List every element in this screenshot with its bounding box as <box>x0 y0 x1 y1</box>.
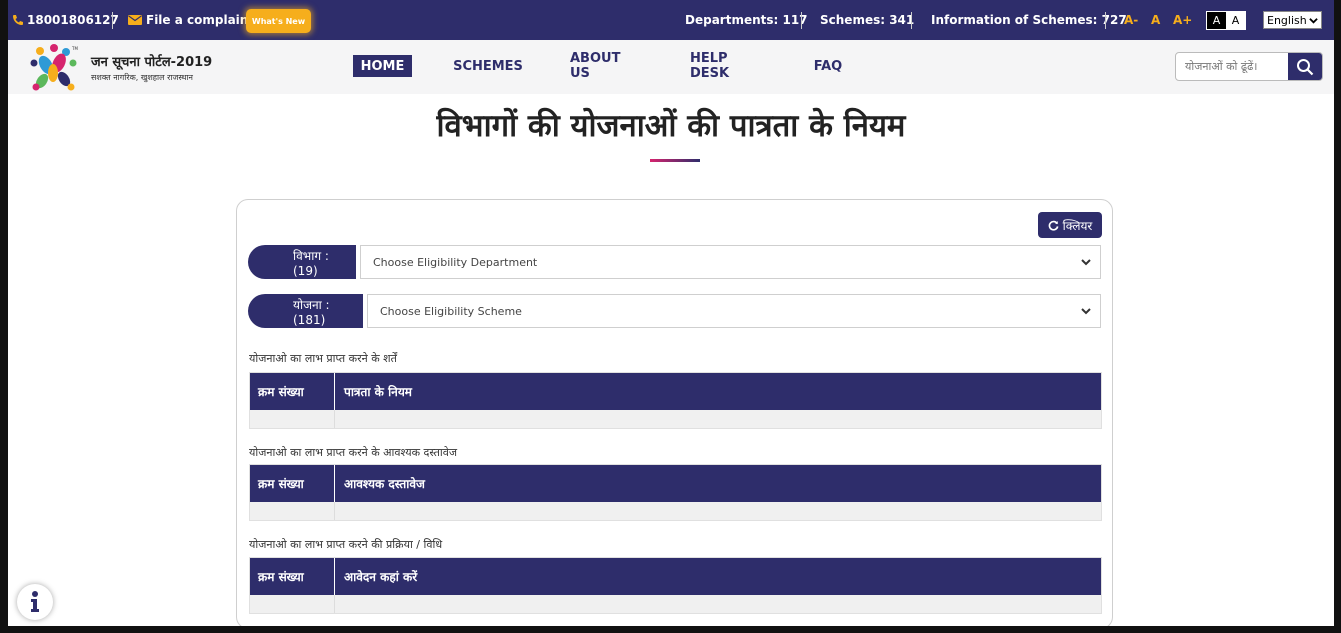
column-header-where-to-apply: आवेदन कहां करें <box>344 570 418 584</box>
title-underline <box>650 159 700 162</box>
process-section-title: योजनाओ का लाभ प्राप्त करने की प्रक्रिया … <box>249 538 443 551</box>
process-table: क्रम संख्या आवेदन कहां करें <box>249 557 1102 614</box>
helpline-number: 18001806127 <box>27 13 119 27</box>
clear-button[interactable]: क्लियर <box>1038 212 1102 238</box>
scheme-label: योजना : (181) <box>248 294 363 328</box>
column-header-documents: आवश्यक दस्तावेज <box>344 477 425 491</box>
documents-section-title: योजनाओ का लाभ प्राप्त करने के आवश्यक दस्… <box>249 446 458 459</box>
svg-text:TM: TM <box>71 46 78 51</box>
info-icon <box>31 591 39 612</box>
information-count[interactable]: Information of Schemes: 727 <box>931 0 1127 40</box>
complaint-label: File a complaint <box>146 13 255 27</box>
scheme-select-value: Choose Eligibility Scheme <box>380 304 522 318</box>
conditions-table: क्रम संख्या पात्रता के नियम <box>249 372 1102 429</box>
divider <box>1105 12 1106 29</box>
column-header-rules: पात्रता के नियम <box>344 385 412 399</box>
nav-faq[interactable]: FAQ <box>812 55 844 77</box>
table-row <box>250 595 1101 613</box>
whats-new-button[interactable]: What's New <box>246 9 311 33</box>
table-header: क्रम संख्या पात्रता के नियम <box>250 373 1101 410</box>
chevron-down-icon <box>1309 18 1318 24</box>
department-select-value: Choose Eligibility Department <box>373 255 538 269</box>
top-bar: 18001806127 File a complaint What's New … <box>8 0 1334 40</box>
search-icon <box>1297 58 1314 75</box>
dark-contrast-button[interactable]: A <box>1207 12 1226 29</box>
font-decrease-button[interactable]: A- <box>1124 13 1138 27</box>
chevron-down-icon <box>1081 259 1091 266</box>
browser-viewport: 18001806127 File a complaint What's New … <box>8 0 1334 626</box>
scheme-select[interactable]: Choose Eligibility Scheme <box>367 294 1101 328</box>
table-header: क्रम संख्या आवेदन कहां करें <box>250 558 1101 595</box>
department-label: विभाग : (19) <box>248 245 356 279</box>
mail-icon <box>128 15 142 25</box>
language-select[interactable]: English <box>1263 11 1322 29</box>
nav-help-desk[interactable]: HELP DESK <box>690 51 760 81</box>
font-increase-button[interactable]: A+ <box>1173 13 1192 27</box>
portal-logo-icon[interactable]: TM <box>26 43 82 93</box>
helpline[interactable]: 18001806127 <box>12 0 119 40</box>
portal-tagline: सशक्त नागरिक, खुशहाल राजस्थान <box>91 73 193 82</box>
departments-count[interactable]: Departments: 117 <box>685 0 808 40</box>
contrast-toggle[interactable]: A A <box>1206 11 1246 30</box>
table-row <box>250 410 1101 428</box>
divider <box>801 12 802 29</box>
column-header-serial: क्रम संख्या <box>250 465 335 502</box>
schemes-count[interactable]: Schemes: 341 <box>820 0 914 40</box>
chevron-down-icon <box>1081 308 1091 315</box>
nav-home[interactable]: HOME <box>353 55 412 77</box>
department-select[interactable]: Choose Eligibility Department <box>360 245 1101 279</box>
eligibility-card: क्लियर विभाग : (19) Choose Eligibility D… <box>236 199 1113 626</box>
conditions-section-title: योजनाओ का लाभ प्राप्त करने के शर्तें <box>249 352 397 365</box>
table-header: क्रम संख्या आवश्यक दस्तावेज <box>250 465 1101 502</box>
column-header-serial: क्रम संख्या <box>250 558 335 595</box>
column-header-serial: क्रम संख्या <box>250 373 335 410</box>
page-title: विभागों की योजनाओं की पात्रता के नियम <box>436 108 906 144</box>
divider <box>911 12 912 29</box>
nav-schemes[interactable]: SCHEMES <box>453 55 523 77</box>
font-normal-button[interactable]: A <box>1151 13 1160 27</box>
refresh-icon <box>1048 220 1059 231</box>
search-box <box>1175 52 1323 81</box>
light-contrast-button[interactable]: A <box>1226 12 1245 29</box>
phone-icon <box>13 15 23 25</box>
search-button[interactable] <box>1288 53 1322 80</box>
site-header: TM जन सूचना पोर्टल-2019 सशक्त नागरिक, खु… <box>8 40 1334 94</box>
divider <box>112 12 113 29</box>
info-button[interactable] <box>17 584 53 620</box>
language-value: English <box>1267 13 1307 27</box>
nav-about-us[interactable]: ABOUT US <box>570 51 638 81</box>
table-row <box>250 502 1101 520</box>
complaint-link[interactable]: File a complaint <box>128 0 254 40</box>
documents-table: क्रम संख्या आवश्यक दस्तावेज <box>249 464 1102 521</box>
portal-title: जन सूचना पोर्टल-2019 <box>91 55 213 70</box>
search-input[interactable] <box>1176 53 1290 80</box>
clear-label: क्लियर <box>1062 218 1093 233</box>
